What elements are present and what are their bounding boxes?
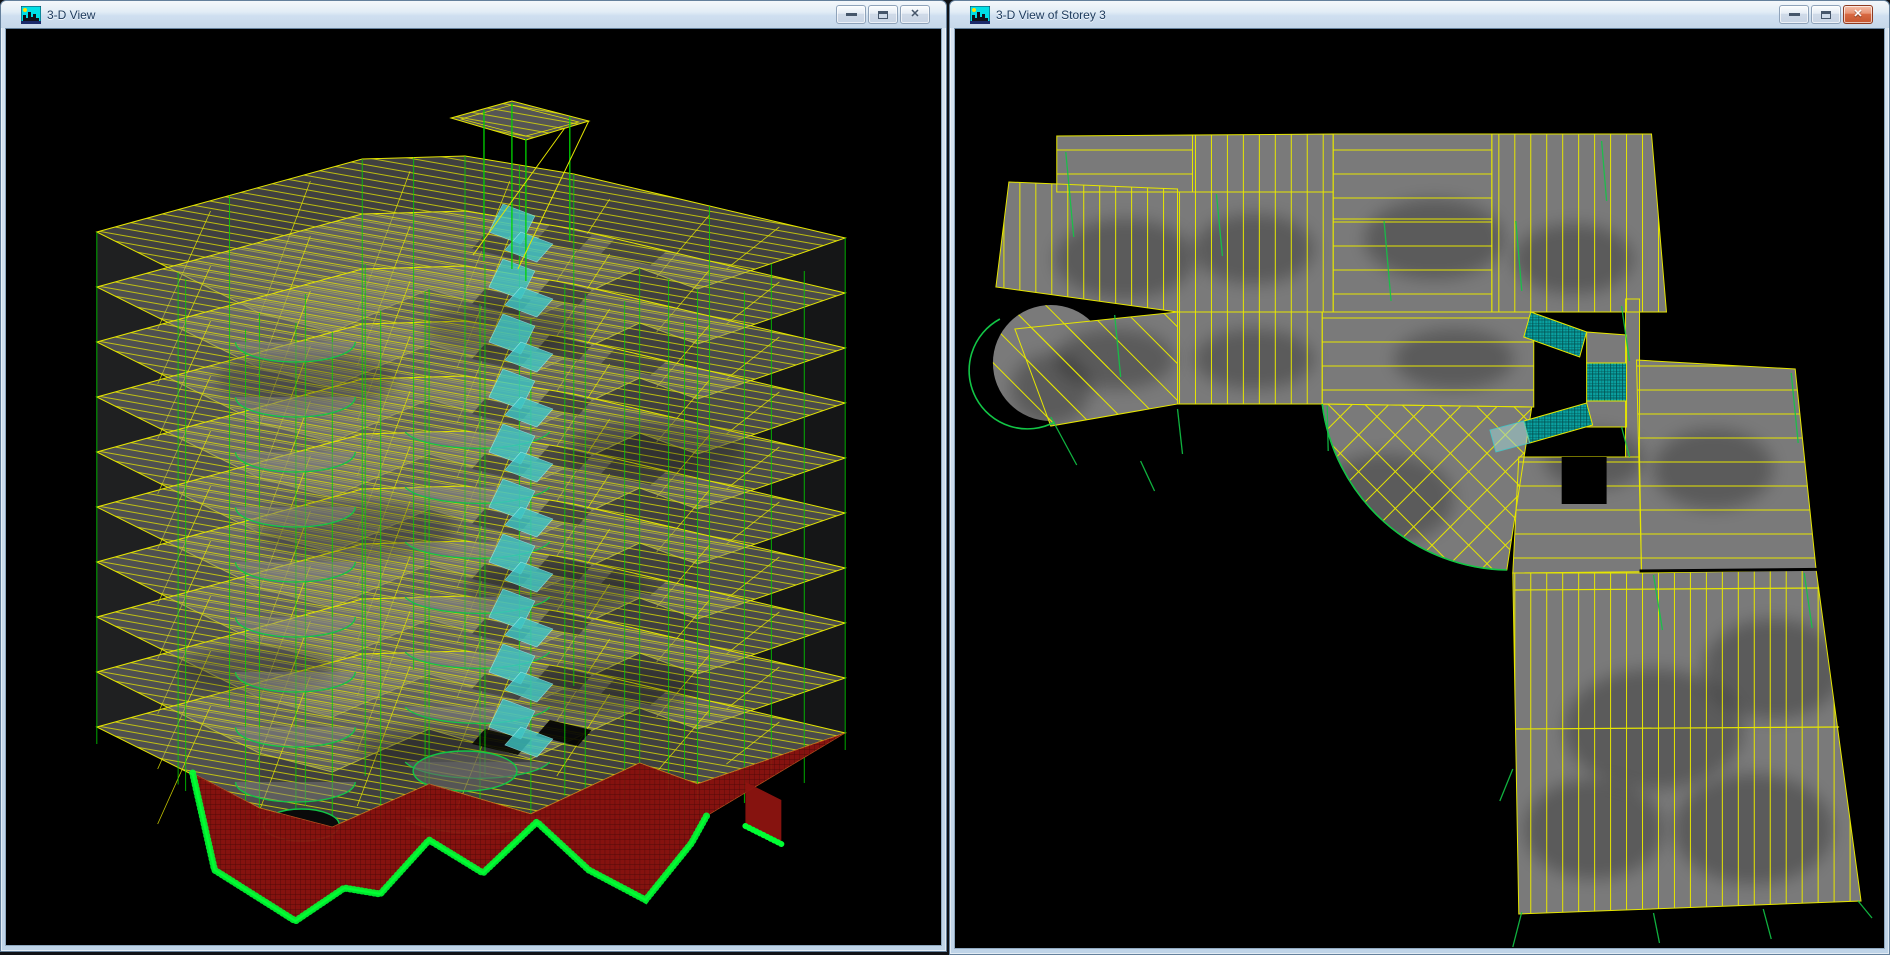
minimize-icon	[1789, 13, 1800, 16]
window-3d-view-storey3: 3-D View of Storey 3 ✕	[949, 0, 1890, 955]
minimize-button[interactable]	[836, 5, 866, 24]
storey3-plan-render[interactable]	[955, 29, 1884, 948]
storey3-view-canvas[interactable]	[954, 28, 1885, 949]
etabs-app-icon	[21, 6, 41, 24]
close-button[interactable]: ✕	[900, 5, 930, 24]
etabs-app-icon	[970, 6, 990, 24]
window-title: 3-D View	[47, 8, 95, 22]
close-icon: ✕	[910, 9, 919, 20]
window-3d-view: 3-D View ✕	[0, 0, 947, 952]
close-icon: ✕	[1853, 9, 1862, 20]
close-button[interactable]: ✕	[1843, 5, 1873, 24]
titlebar[interactable]: 3-D View ✕	[1, 1, 946, 28]
mdi-workspace: 3-D View ✕ 3-D View of Storey 3	[0, 0, 1890, 955]
maximize-button[interactable]	[1811, 5, 1841, 24]
building-3d-render[interactable]	[6, 29, 941, 945]
maximize-icon	[1821, 11, 1831, 19]
maximize-button[interactable]	[868, 5, 898, 24]
titlebar[interactable]: 3-D View of Storey 3 ✕	[950, 1, 1889, 28]
minimize-button[interactable]	[1779, 5, 1809, 24]
minimize-icon	[846, 13, 857, 16]
window-title: 3-D View of Storey 3	[996, 8, 1106, 22]
3d-view-canvas[interactable]	[5, 28, 942, 946]
maximize-icon	[878, 11, 888, 19]
